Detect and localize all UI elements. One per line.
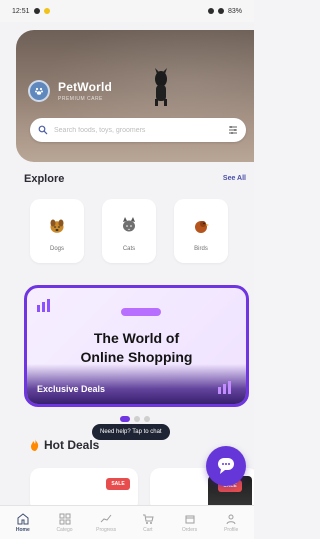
nav-label: Orders [181, 526, 198, 533]
hero-banner: PetWorld PREMIUM CARE [16, 30, 254, 162]
brand-avatar[interactable] [28, 80, 50, 102]
nav-cart[interactable]: Cart [127, 513, 169, 533]
status-time: 12:51 [12, 7, 30, 15]
cart-icon [142, 514, 154, 524]
category-label: Cats [122, 246, 136, 252]
status-left: 12:51 [12, 8, 50, 15]
status-right: 83% [207, 7, 242, 15]
nav-profile[interactable]: Profile [210, 513, 252, 533]
bird-icon [195, 221, 209, 233]
category-label: Dogs [49, 246, 64, 252]
box-icon [185, 515, 195, 523]
nav-categories[interactable]: Catego [44, 513, 86, 533]
fire-icon [31, 439, 39, 451]
category-card-cats[interactable]: Cats [102, 199, 156, 263]
dog-illustration [155, 68, 167, 106]
pager-dot[interactable] [134, 416, 140, 422]
app-screen: 12:51 83% PetWorld PREMIUM CARE Search f… [0, 0, 254, 539]
banner-caption: Exclusive Deals [37, 384, 106, 394]
notification-dot-icon [43, 8, 50, 14]
filter-icon[interactable] [228, 125, 238, 135]
bars-icon [218, 381, 231, 394]
status-bar: 12:51 83% [0, 0, 254, 22]
bottom-navigation: Home Catego Progress Cart Orders Profile [0, 505, 254, 539]
promo-banner[interactable]: The World of Online Shopping Exclusive D… [24, 285, 249, 407]
banner-pill [121, 308, 161, 316]
category-card-dogs[interactable]: Dogs [30, 199, 84, 263]
pager-dot-active[interactable] [120, 416, 130, 422]
grid-icon [59, 513, 70, 524]
nav-progress[interactable]: Progress [85, 513, 127, 533]
home-icon [17, 512, 29, 524]
help-tooltip[interactable]: Need help? Tap to chat [92, 424, 170, 440]
nav-home[interactable]: Home [2, 512, 44, 533]
bars-icon [37, 299, 50, 312]
nav-label: Catego [56, 526, 73, 533]
hot-deals-title: Hot Deals [30, 438, 99, 452]
banner-title-line-1: The World of [93, 330, 180, 346]
hero-overlay [16, 30, 254, 162]
category-label: Birds [194, 246, 208, 252]
nav-label: Home [15, 526, 30, 533]
see-all-link[interactable]: See All [223, 175, 246, 182]
explore-title: Explore [24, 173, 65, 185]
sale-badge: SALE [106, 478, 130, 490]
notification-dot-icon [33, 8, 40, 14]
signal-icon [207, 8, 214, 14]
category-card-birds[interactable]: Birds [174, 199, 228, 263]
nav-label: Progress [96, 526, 117, 533]
profile-icon [226, 514, 236, 524]
banner-title-line-2: Online Shopping [80, 349, 193, 365]
search-input[interactable] [48, 118, 228, 142]
cat-icon [123, 217, 135, 232]
brand-subtitle: PREMIUM CARE [58, 96, 103, 102]
hot-deals-label: Hot Deals [44, 438, 100, 452]
search-bar[interactable] [30, 118, 246, 142]
chat-fab[interactable] [206, 446, 246, 486]
nav-label: Cart [143, 526, 153, 533]
pager-dot[interactable] [144, 416, 150, 422]
paw-icon [35, 87, 43, 95]
search-icon [38, 125, 48, 135]
brand-title: PetWorld [58, 80, 113, 94]
chart-icon [100, 514, 112, 522]
dog-icon [50, 219, 64, 233]
nav-orders[interactable]: Orders [169, 513, 211, 533]
banner-pager [120, 416, 150, 422]
battery-label: 83% [227, 7, 242, 15]
wifi-icon [217, 8, 224, 14]
nav-label: Profile [224, 526, 239, 533]
chat-icon [218, 458, 234, 474]
